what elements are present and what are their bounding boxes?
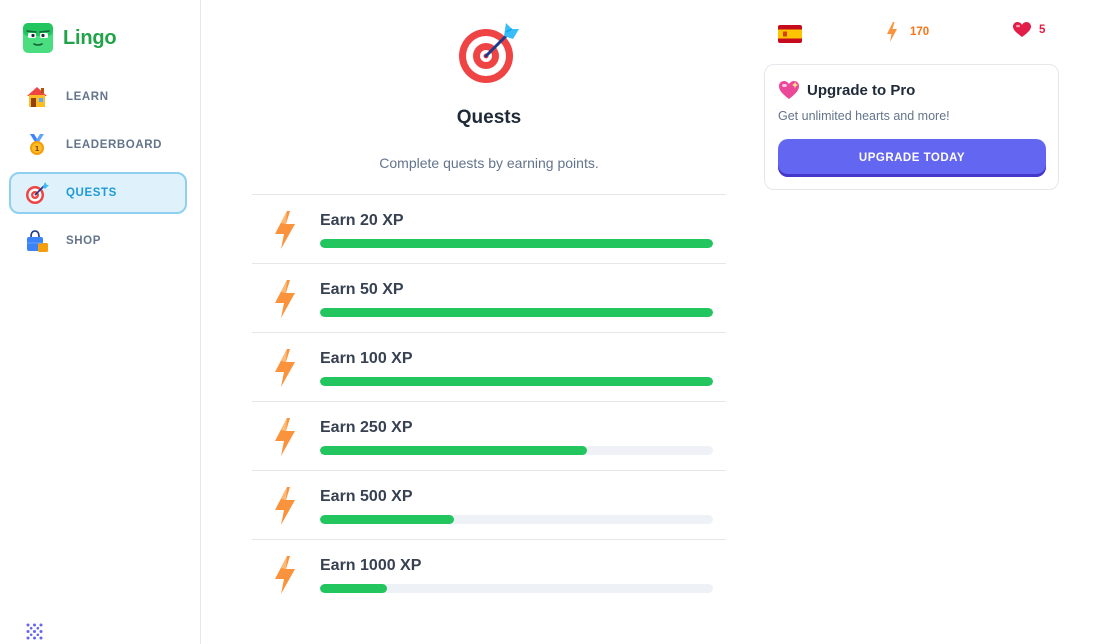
target-arrow-icon — [459, 23, 519, 83]
quest-row: Earn 20 XP — [252, 195, 726, 264]
target-icon — [24, 180, 50, 206]
quest-progress-fill — [320, 446, 588, 455]
quest-title: Earn 100 XP — [320, 350, 413, 367]
quest-progress-bar — [320, 584, 713, 593]
quest-title: Earn 20 XP — [320, 212, 404, 229]
quest-progress-bar — [320, 308, 713, 317]
pro-card-header: Upgrade to Pro — [778, 80, 915, 100]
lightning-bolt-icon — [275, 349, 295, 387]
heart-icon — [1013, 22, 1031, 37]
sidebar-item-label: LEADERBOARD — [66, 139, 163, 151]
lightning-bolt-icon — [275, 280, 295, 318]
quest-progress-bar — [320, 239, 713, 248]
quest-progress-fill — [320, 515, 454, 524]
sidebar-item-shop[interactable]: SHOP — [9, 220, 187, 262]
lightning-bolt-icon — [275, 487, 295, 525]
hearts-counter[interactable]: 5 — [1013, 22, 1045, 38]
quest-row: Earn 100 XP — [252, 333, 726, 402]
medal-icon: 1 — [24, 132, 50, 158]
quest-row: Earn 250 XP — [252, 402, 726, 471]
quest-list: Earn 20 XP Earn 50 XP Earn 100 XP Earn 2… — [252, 194, 726, 609]
page-title: Quests — [456, 107, 522, 128]
sidebar-item-label: QUESTS — [66, 187, 117, 199]
quest-title: Earn 500 XP — [320, 488, 413, 505]
upgrade-pro-card: Upgrade to Pro Get unlimited hearts and … — [764, 64, 1059, 190]
shopping-bag-icon — [24, 228, 50, 254]
quest-title: Earn 1000 XP — [320, 557, 422, 574]
user-stats-bar: 170 5 — [776, 22, 1058, 46]
upgrade-today-button[interactable]: UPGRADE TODAY — [778, 139, 1046, 177]
brand[interactable]: Lingo — [22, 22, 117, 54]
brand-name: Lingo — [63, 26, 117, 49]
quest-row: Earn 1000 XP — [252, 540, 726, 609]
quest-progress-fill — [320, 377, 713, 386]
sidebar-nav: LEARN 1 LEADERBOARD QUESTS SHOP — [9, 76, 187, 268]
sidebar-item-quests[interactable]: QUESTS — [9, 172, 187, 214]
quest-progress-bar — [320, 377, 713, 386]
xp-count: 170 — [910, 26, 930, 38]
quest-progress-fill — [320, 239, 713, 248]
pro-card-title: Upgrade to Pro — [807, 81, 916, 99]
quest-progress-fill — [320, 584, 387, 593]
quest-row: Earn 50 XP — [252, 264, 726, 333]
lightning-bolt-icon — [275, 211, 295, 249]
svg-text:1: 1 — [35, 145, 40, 153]
quest-progress-fill — [320, 308, 713, 317]
lightning-bolt-icon — [275, 556, 295, 594]
spain-flag-icon[interactable] — [778, 25, 802, 43]
sidebar-item-label: LEARN — [66, 91, 109, 103]
dots-grid-icon[interactable] — [26, 623, 43, 640]
xp-counter[interactable]: 170 — [886, 22, 929, 42]
pro-card-text: Get unlimited hearts and more! — [778, 109, 950, 123]
sidebar-item-learn[interactable]: LEARN — [9, 76, 187, 118]
quest-row: Earn 500 XP — [252, 471, 726, 540]
sidebar: Lingo LEARN 1 LEADERBOARD QUESTS SHOP — [0, 0, 201, 644]
quest-progress-bar — [320, 446, 713, 455]
sparkle-heart-icon — [779, 81, 799, 99]
sidebar-item-leaderboard[interactable]: 1 LEADERBOARD — [9, 124, 187, 166]
hearts-count: 5 — [1039, 24, 1046, 36]
quest-progress-bar — [320, 515, 713, 524]
quest-title: Earn 50 XP — [320, 281, 404, 298]
lightning-bolt-icon — [887, 22, 897, 42]
mascot-logo-icon — [23, 23, 53, 53]
house-icon — [24, 84, 50, 110]
page-subtitle: Complete quests by earning points. — [379, 155, 599, 171]
sidebar-item-label: SHOP — [66, 235, 101, 247]
lightning-bolt-icon — [275, 418, 295, 456]
quest-title: Earn 250 XP — [320, 419, 413, 436]
